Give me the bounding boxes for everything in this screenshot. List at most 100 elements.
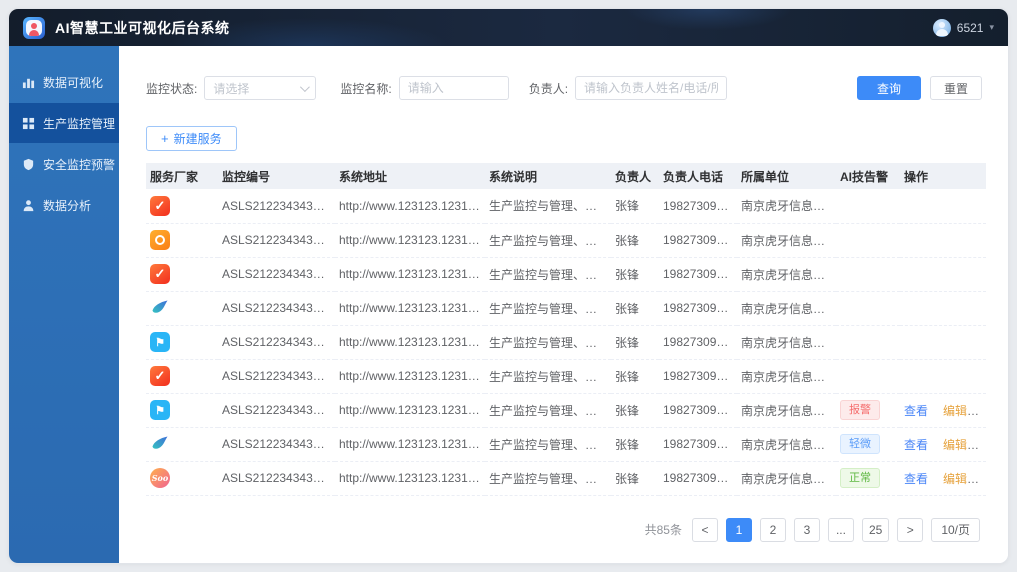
sidebar-item-security-warning[interactable]: 安全监控预警 [9,144,119,184]
user-menu[interactable]: 6521 ▾ [932,18,994,37]
url-cell: http://www.123123.123131233.asa..... [335,223,485,258]
monitor-name-input[interactable] [398,76,509,100]
column-header: AI技告警 [836,163,900,189]
view-link[interactable]: 查看 [904,472,928,486]
new-service-button[interactable]: + 新建服务 [146,126,237,151]
vendor-cell: ✓ [146,257,218,292]
owner-input[interactable] [575,76,728,100]
code-cell: ASLS21223434343432 [218,359,335,394]
edit-link[interactable]: 编辑 [943,438,967,452]
main-content: 监控状态: 请选择 监控名称: 负责人: 查询 重置 + 新建服务 [119,46,1008,563]
alarm-cell [836,257,900,292]
plus-icon: + [161,131,169,146]
column-header: 系统说明 [485,163,611,189]
compass-app-icon [150,230,170,250]
table-row: ✓ ASLS21223434343432 http://www.123123.123… [146,359,986,394]
caret-down-icon: ▾ [989,22,994,32]
table-row: ⚑ ASLS21223434343432 http://www.123123.123… [146,393,986,428]
total-count: 共85条 [644,523,682,537]
column-header: 所属单位 [737,163,836,189]
table-body: ✓ ASLS21223434343432 http://www.123123.123… [146,189,986,496]
vendor-cell [146,291,218,326]
phone-cell: 19827309832 [659,223,737,258]
description-cell: 生产监控与管理、安全监控与... [485,291,611,326]
page-size-selector[interactable]: 10/页 [931,517,980,542]
description-cell: 生产监控与管理、安全监控与... [485,393,611,428]
vendor-cell [146,223,218,258]
url-cell: http://www.123123.123131233.asa..... [335,257,485,292]
reset-button[interactable]: 重置 [929,76,982,100]
code-cell: ASLS21223434343432 [218,257,335,292]
url-cell: http://www.123123.123131233.asa..... [335,325,485,360]
phone-cell: 19827309832 [659,325,737,360]
app-window: AI智慧工业可视化后台系统 6521 ▾ 数据可视化 生产监控管理 安全监控预警… [8,8,1009,564]
alarm-badge: 轻微 [840,434,880,454]
phone-cell: 19827309832 [659,393,737,428]
org-cell: 南京虎牙信息科技 [737,257,836,292]
code-cell: ASLS21223434343432 [218,427,335,462]
owner-cell: 张锋 [611,189,659,224]
actions-cell [900,359,986,394]
org-cell: 南京虎牙信息科技 [737,461,836,496]
owner-filter-label: 负责人: [528,81,569,96]
vendor-cell: ✓ [146,189,218,224]
view-link[interactable]: 查看 [904,404,928,418]
sidebar-item-production-monitoring[interactable]: 生产监控管理 [9,103,119,143]
column-header: 操作 [900,163,986,189]
status-filter-label: 监控状态: [146,81,198,96]
description-cell: 生产监控与管理、安全监控与... [485,189,611,224]
check-app-icon: ✓ [150,195,170,216]
sidebar-item-label: 数据分析 [43,198,92,213]
prev-page-button[interactable]: < [691,517,718,542]
table-row: ⚑ ASLS21223434343432 http://www.123123.123… [146,325,986,360]
column-header: 服务厂家 [146,163,218,189]
column-header: 负责人电话 [659,163,737,189]
app-logo-icon [23,16,45,39]
alarm-cell: 正常 [836,461,900,496]
org-cell: 南京虎牙信息科技 [737,325,836,360]
sidebar-item-data-visualization[interactable]: 数据可视化 [9,62,119,102]
status-select[interactable]: 请选择 [204,76,317,100]
edit-link[interactable]: 编辑 [943,472,967,486]
code-cell: ASLS21223434343432 [218,393,335,428]
org-cell: 南京虎牙信息科技 [737,291,836,326]
url-cell: http://www.123123.123131233.asa..... [335,189,485,224]
column-header: 负责人 [611,163,659,189]
name-filter-label: 监控名称: [340,81,392,96]
page-button[interactable]: 25 [861,517,890,542]
phone-cell: 19827309832 [659,189,737,224]
url-cell: http://www.123123.123131233.asa..... [335,393,485,428]
vendor-cell [146,427,218,462]
actions-cell [900,223,986,258]
sidebar-item-label: 安全监控预警 [43,157,116,172]
alarm-cell [836,325,900,360]
edit-link[interactable]: 编辑 [943,404,967,418]
view-link[interactable]: 查看 [904,438,928,452]
pagination: 共85条 < 1 2 3... 25 > 10/页 [146,517,982,542]
alarm-cell: 报警 [836,393,900,428]
description-cell: 生产监控与管理、安全监控与... [485,325,611,360]
shield-icon [22,158,35,171]
page-button[interactable]: 1 [725,517,752,542]
owner-cell: 张锋 [611,427,659,462]
alarm-cell [836,359,900,394]
sidebar-item-data-analysis[interactable]: 数据分析 [9,185,119,225]
page-button[interactable]: 3 [793,517,820,542]
table-row: ✓ ASLS21223434343432 http://www.123123.123… [146,189,986,224]
search-button[interactable]: 查询 [856,76,921,100]
actions-cell [900,291,986,326]
page-ellipsis-button[interactable]: ... [827,517,854,542]
next-page-button[interactable]: > [897,517,924,542]
check-app-icon: ✓ [150,366,170,386]
description-cell: 生产监控与管理、安全监控与... [485,257,611,292]
page-button[interactable]: 2 [759,517,786,542]
phone-cell: 19827309832 [659,291,737,326]
chevron-down-icon [300,81,311,92]
status-select-value: 请选择 [213,81,250,96]
actions-cell: 查看 编辑 [900,393,986,428]
org-cell: 南京虎牙信息科技 [737,189,836,224]
org-cell: 南京虎牙信息科技 [737,427,836,462]
phone-cell: 19827309832 [659,427,737,462]
top-bar: AI智慧工业可视化后台系统 6521 ▾ [9,9,1008,46]
code-cell: ASLS21223434343432 [218,291,335,326]
